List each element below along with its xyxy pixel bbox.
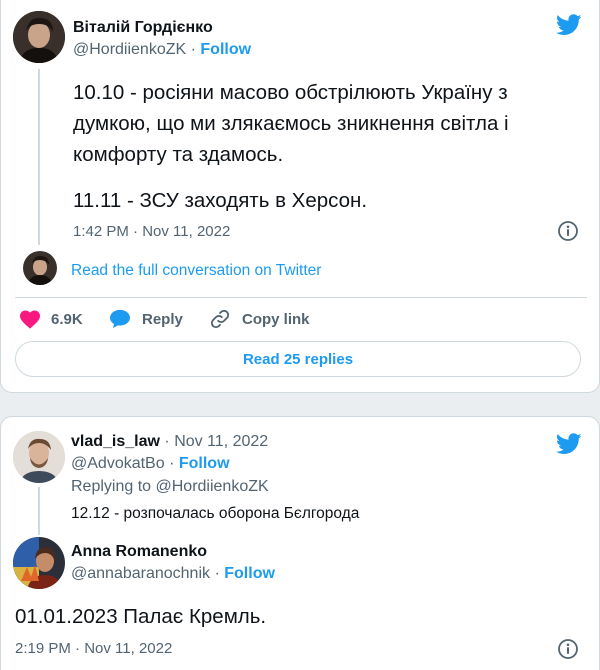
reply-author-handle[interactable]: @AdvokatBo (71, 455, 165, 472)
separator-dot: · (190, 41, 196, 58)
reply-button[interactable]: Reply (109, 307, 183, 331)
reply-author-row: vlad_is_law · Nov 11, 2022 (71, 433, 268, 451)
reply2-author-name[interactable]: Anna Romanenko (71, 543, 207, 561)
tweet-timestamp[interactable]: 1:42 PM · Nov 11, 2022 (73, 223, 230, 240)
info-icon[interactable] (557, 220, 579, 242)
reply-author-name[interactable]: vlad_is_law (71, 433, 160, 450)
twitter-bird-icon[interactable] (556, 433, 582, 455)
read-full-conversation-link[interactable]: Read the full conversation on Twitter (71, 262, 321, 280)
separator-dot: · (164, 433, 170, 450)
reply-text: 12.12 - розпочалась оборона Бєлгорода (71, 505, 360, 522)
read-replies-label: Read 25 replies (242, 350, 354, 368)
author-handle[interactable]: @HordiienkoZK (73, 41, 186, 58)
thread-line (38, 69, 40, 245)
reply-handle-row: @AdvokatBo · Follow (71, 455, 230, 473)
author-name[interactable]: Віталій Гордієнко (73, 19, 213, 37)
tweet-text-line: комфорту та здамось. (73, 143, 284, 166)
follow-button[interactable]: Follow (224, 565, 275, 582)
thread-line (38, 487, 40, 535)
info-icon[interactable] (557, 638, 579, 660)
tweet-text-second-paragraph: 11.11 - ЗСУ заходять в Херсон. (73, 189, 368, 212)
separator-dot: · (169, 455, 175, 472)
tweet-text-line: 10.10 - росіяни масово обстрілюють Украї… (73, 81, 508, 104)
author-avatar-small[interactable] (23, 251, 57, 285)
reply2-handle-row: @annabaranochnik · Follow (71, 565, 275, 583)
speech-bubble-icon (110, 309, 130, 329)
replying-to[interactable]: Replying to @HordiienkoZK (71, 478, 269, 496)
author-avatar[interactable] (13, 11, 65, 63)
tweet-text: 10.10 - росіяни масово обстрілюють Украї… (73, 77, 593, 170)
divider (15, 297, 587, 298)
copy-link-label: Copy link (242, 310, 310, 328)
follow-button[interactable]: Follow (179, 455, 230, 472)
like-count: 6.9K (51, 310, 83, 328)
reply-author-avatar[interactable] (13, 431, 65, 483)
follow-button[interactable]: Follow (200, 41, 251, 58)
tweet-card-reply: vlad_is_law · Nov 11, 2022 @AdvokatBo · … (0, 416, 600, 670)
copy-link-button[interactable]: Copy link (209, 307, 310, 331)
reply2-author-avatar[interactable] (13, 537, 65, 589)
tweet-card-main: Віталій Гордієнко @HordiienkoZK · Follow… (0, 0, 600, 393)
reply2-text: 01.01.2023 Палає Кремль. (15, 605, 267, 628)
heart-icon (20, 310, 40, 329)
read-replies-button[interactable]: Read 25 replies (15, 341, 581, 377)
separator-dot: · (214, 565, 220, 582)
reply-label: Reply (142, 310, 183, 328)
reply2-author-handle[interactable]: @annabaranochnik (71, 565, 210, 582)
twitter-bird-icon[interactable] (556, 14, 582, 36)
reply2-timestamp[interactable]: 2:19 PM · Nov 11, 2022 (15, 640, 172, 657)
link-icon (210, 309, 230, 329)
author-handle-row: @HordiienkoZK · Follow (73, 41, 251, 59)
tweet-text-line: думкою, що ми злякаємось зникнення світл… (73, 112, 509, 135)
reply-date[interactable]: Nov 11, 2022 (174, 433, 268, 450)
like-button[interactable]: 6.9K (19, 307, 83, 331)
